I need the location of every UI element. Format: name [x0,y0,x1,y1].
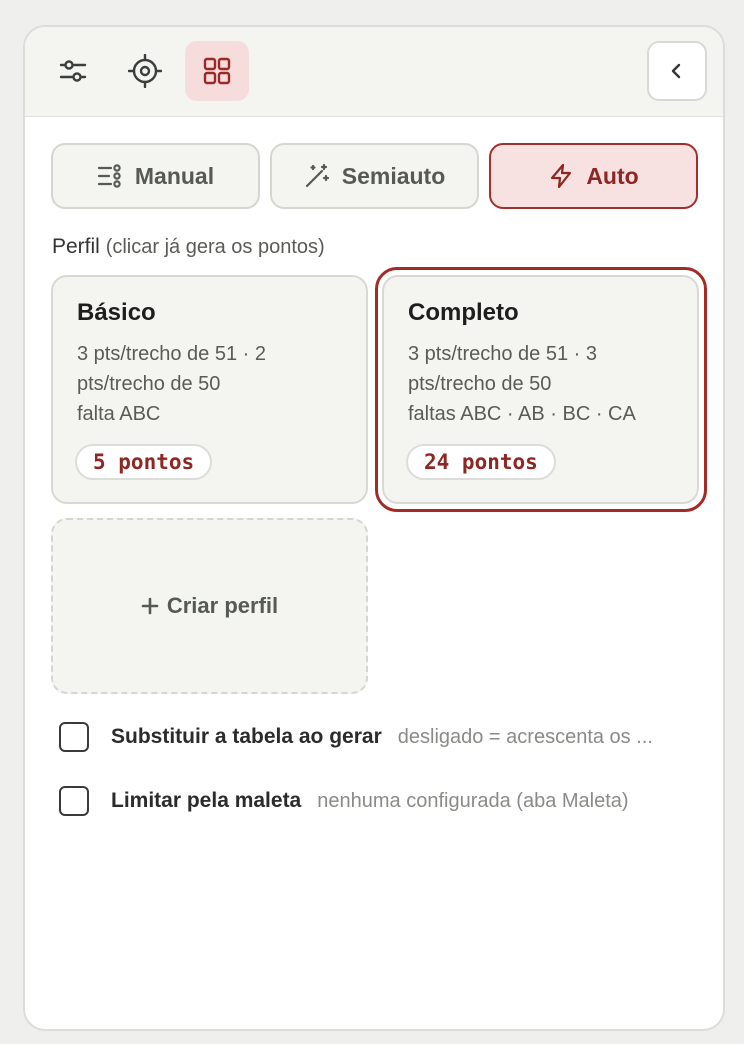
create-profile-button[interactable]: Criar perfil [51,518,368,694]
sliders-icon [59,60,87,82]
profile-card-title: Completo [408,299,519,326]
crosshair-icon [128,54,162,88]
create-profile-label: Criar perfil [166,593,279,618]
profile-card-line: pts/trecho de 50 [77,373,221,395]
option-label: Limitar pela maleta [111,789,302,812]
mode-manual-button[interactable]: Manual [51,143,260,209]
panel: Manual Semiauto Auto Perfil (clicar já g… [23,25,725,1031]
toolbar [25,27,723,117]
profile-card-basico[interactable]: Básico 3 pts/trecho de 51 · 2 pts/trecho… [51,275,368,504]
mode-auto-label: Auto [586,162,639,189]
option-label: Substituir a tabela ao gerar [111,725,382,748]
sliders-button[interactable] [41,41,105,101]
profile-card-line: pts/trecho de 50 [408,373,552,395]
points-badge: 24 pontos [406,444,556,480]
substituir-checkbox[interactable] [59,722,89,752]
profile-card-line: faltas ABC · AB · BC · CA [408,403,636,425]
profile-card-completo[interactable]: Completo 3 pts/trecho de 51 · 3 pts/trec… [382,275,699,504]
mode-auto-button[interactable]: Auto [489,143,698,209]
plus-icon [141,597,159,615]
profile-card-line: falta ABC [77,403,161,425]
mode-manual-label: Manual [134,162,215,189]
grid-icon [203,57,231,85]
option-hint: nenhuma configurada (aba Maleta) [317,789,629,812]
grid-button[interactable] [185,41,249,101]
profile-card-title: Básico [77,299,156,326]
collapse-button[interactable] [647,41,707,101]
perfil-label: Perfil [52,235,100,258]
mode-semiauto-button[interactable]: Semiauto [270,143,479,209]
lightning-icon [551,163,572,189]
points-badge: 5 pontos [75,444,213,480]
limitar-checkbox[interactable] [59,786,89,816]
chevron-left-icon [671,63,681,79]
target-button[interactable] [113,41,177,101]
profile-card-description: 3 pts/trecho de 51 · 3 pts/trecho de 50 … [408,339,673,429]
option-substituir: Substituir a tabela ao gerar desligado =… [59,722,699,752]
mode-semiauto-label: Semiauto [341,162,446,189]
perfil-heading: Perfil (clicar já gera os pontos) [52,235,325,259]
magic-wand-icon [305,163,329,188]
option-limitar: Limitar pela maleta nenhuma configurada … [59,786,699,816]
profile-card-description: 3 pts/trecho de 51 · 2 pts/trecho de 50 … [77,339,342,429]
perfil-hint: (clicar já gera os pontos) [105,236,325,258]
list-settings-icon [97,164,121,188]
option-hint: desligado = acrescenta os ... [397,725,653,748]
profile-card-line: 3 pts/trecho de 51 · 3 [408,343,598,365]
profile-card-line: 3 pts/trecho de 51 · 2 [77,343,267,365]
mode-selector: Manual Semiauto Auto [51,143,698,209]
